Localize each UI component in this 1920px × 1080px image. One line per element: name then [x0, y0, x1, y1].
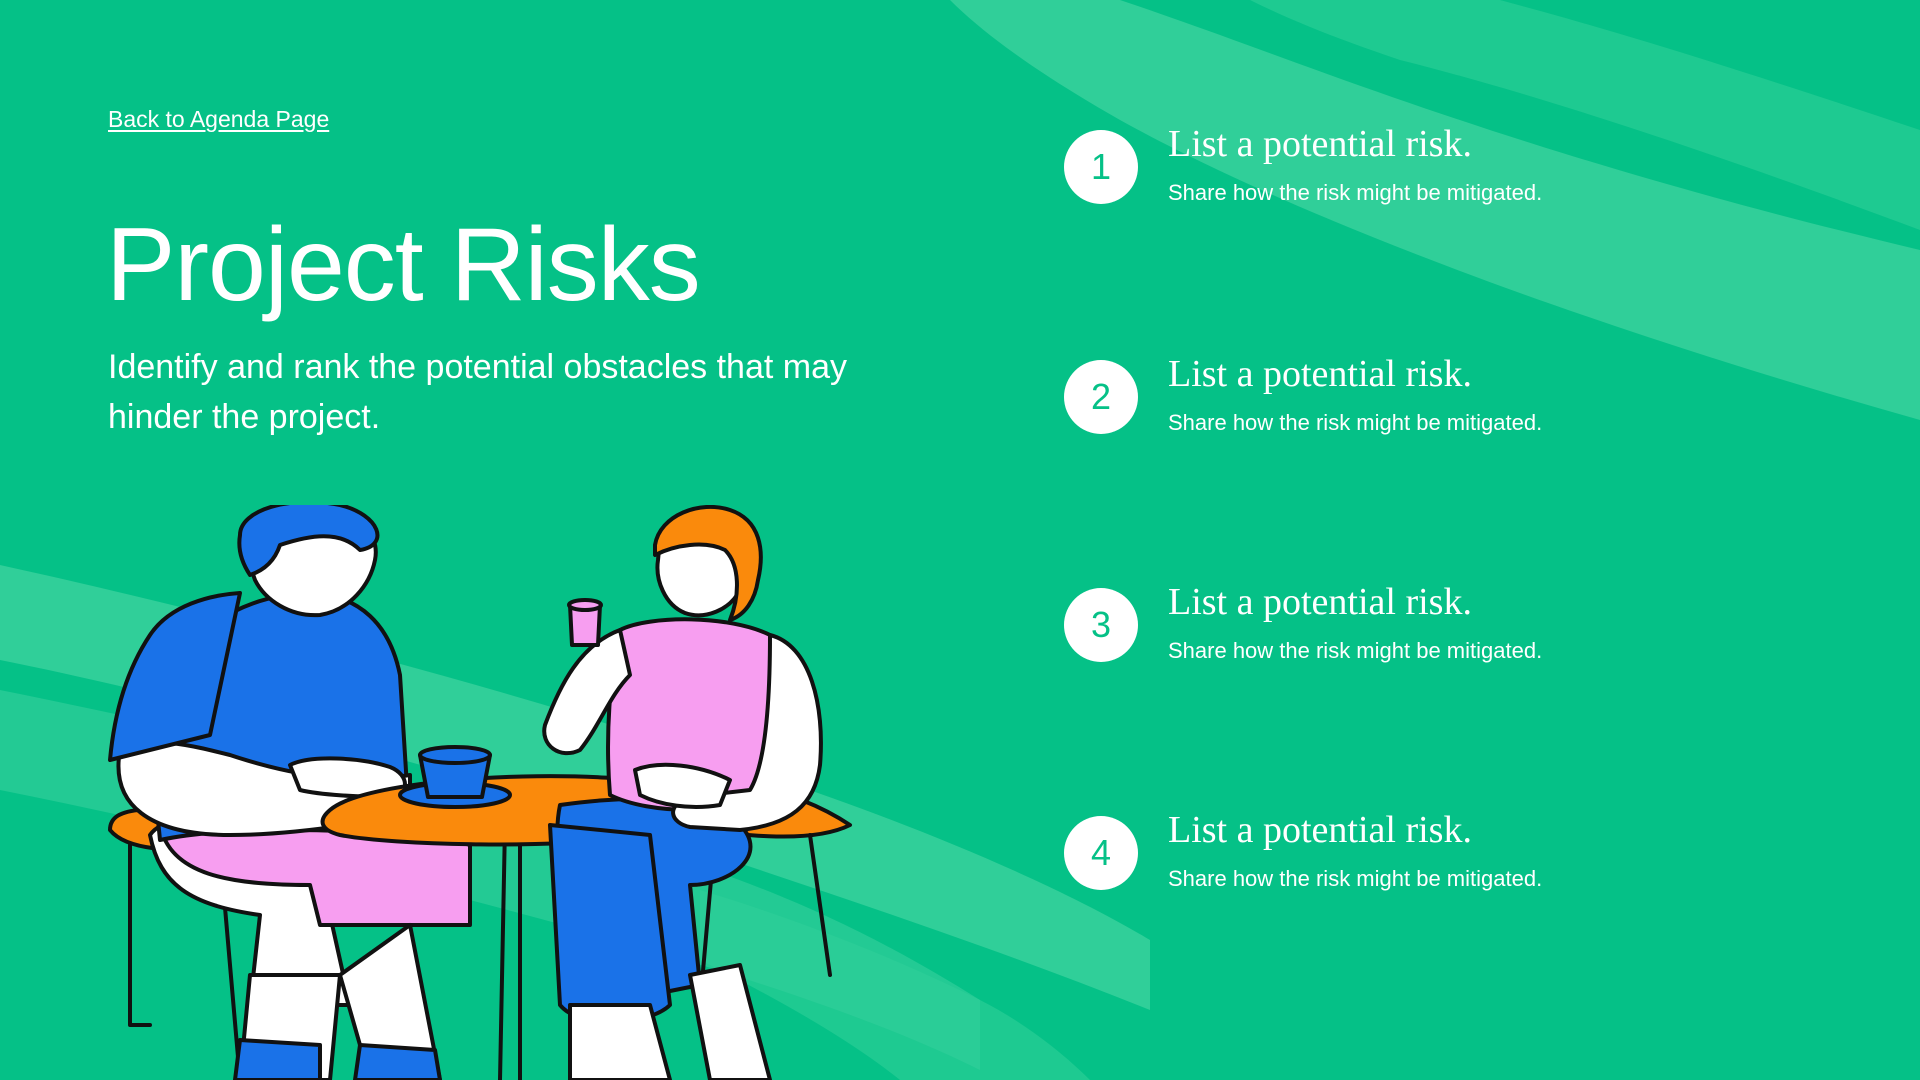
- risk-title: List a potential risk.: [1168, 809, 1472, 851]
- risk-number-badge: 1: [1064, 130, 1138, 204]
- risk-item: 3 List a potential risk. Share how the r…: [1064, 581, 1884, 706]
- risk-item: 2 List a potential risk. Share how the r…: [1064, 353, 1884, 478]
- risk-item: 1 List a potential risk. Share how the r…: [1064, 123, 1884, 248]
- risk-description: Share how the risk might be mitigated.: [1168, 180, 1543, 205]
- risk-title: List a potential risk.: [1168, 123, 1472, 165]
- two-people-at-cafe-table-illustration: [108, 505, 852, 1080]
- risk-title: List a potential risk.: [1168, 581, 1472, 623]
- risk-list: 1 List a potential risk. Share how the r…: [1064, 123, 1884, 928]
- risk-description: Share how the risk might be mitigated.: [1168, 866, 1543, 891]
- back-to-agenda-link[interactable]: Back to Agenda Page: [108, 106, 329, 133]
- risk-number-badge: 2: [1064, 360, 1138, 434]
- risk-item: 4 List a potential risk. Share how the r…: [1064, 809, 1884, 934]
- risk-title: List a potential risk.: [1168, 353, 1472, 395]
- risk-description: Share how the risk might be mitigated.: [1168, 410, 1543, 435]
- page-title: Project Risks: [106, 207, 701, 323]
- page-subtitle: Identify and rank the potential obstacle…: [108, 348, 848, 436]
- slide: Back to Agenda Page Project Risks Identi…: [0, 0, 1920, 1080]
- risk-number-badge: 4: [1064, 816, 1138, 890]
- risk-number-badge: 3: [1064, 588, 1138, 662]
- risk-description: Share how the risk might be mitigated.: [1168, 638, 1543, 663]
